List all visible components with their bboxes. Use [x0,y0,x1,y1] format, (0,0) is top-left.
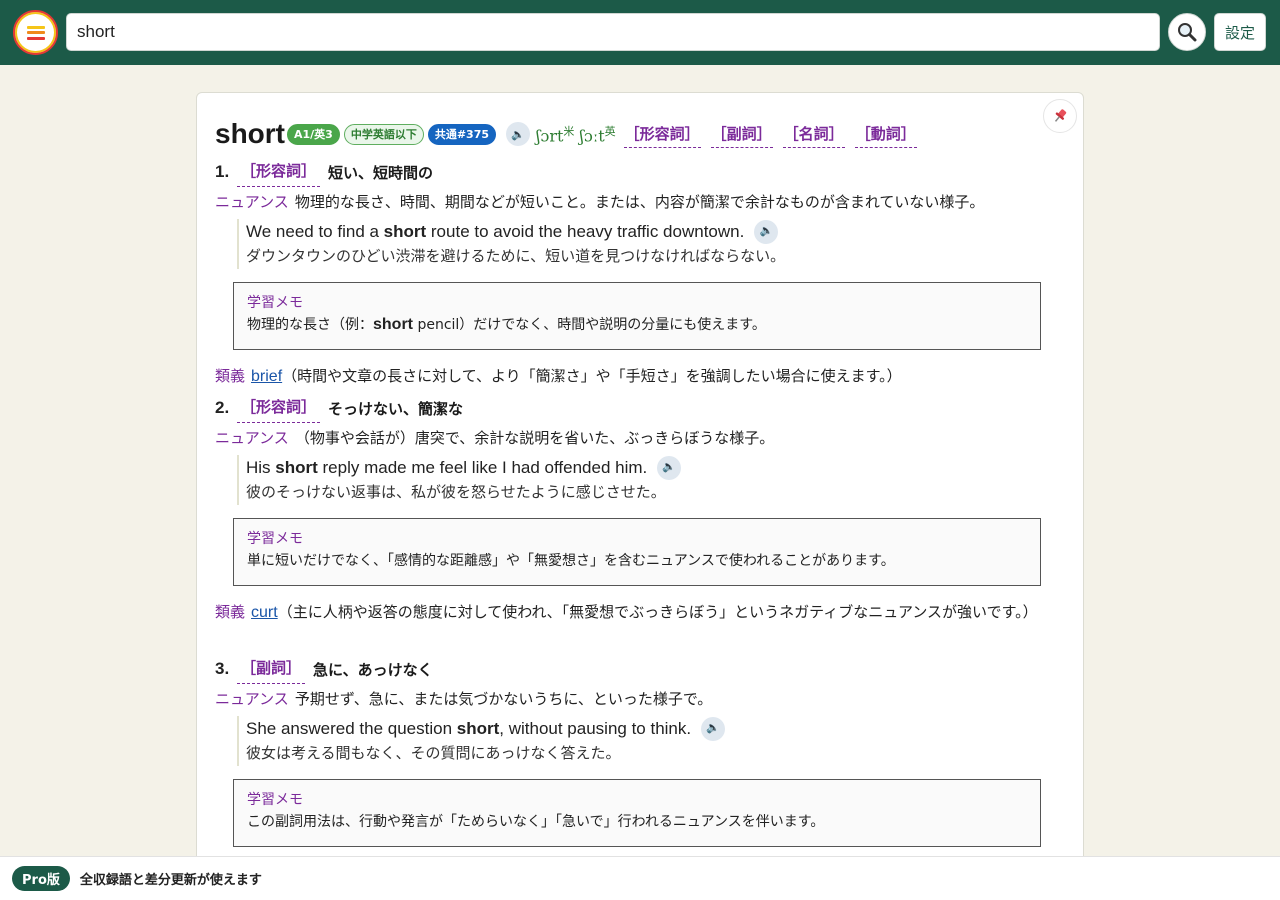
synonym-link-brief[interactable]: brief [251,368,282,385]
example-keyword: short [456,719,500,738]
example-text: reply made me feel like I had offended h… [317,458,648,477]
search-input[interactable] [66,13,1160,51]
speaker-icon: 🔈 [662,461,677,473]
example-block: She answered the question short, without… [237,716,1055,766]
sense-gloss: 短い、短時間の [328,163,434,182]
nuance-text: 物理的な長さ、時間、期間などが短いこと。または、内容が簡潔で余計なものが含まれて… [294,193,985,211]
example-audio-button[interactable]: 🔈 [754,219,779,244]
memo-title: 学習メモ [247,531,303,547]
memo-text: pencil）だけでなく、時間や説明の分量にも使えます。 [413,317,766,333]
example-block: His short reply made me feel like I had … [237,455,1055,505]
synonym-explanation: （主に人柄や返答の態度に対して使われ、「無愛想でぶっきらぼう」というネガティブな… [277,603,1038,621]
nuance-text: 予期せず、急に、または気づかないうちに、といった様子で。 [294,690,713,708]
sense-3: 3. ［副詞］ 急に、あっけなく ニュアンス 予期せず、急に、または気づかないうち… [215,654,1055,847]
example-block: We need to find a short route to avoid t… [237,219,1055,269]
memo-body: この副詞用法は、行動や発言が「ためらいなく」「急いで」行われるニュアンスを伴いま… [247,814,825,830]
search-button[interactable] [1168,13,1206,51]
synonym-note: 類義 curt（主に人柄や返答の態度に対して使われ、「無愛想でぶっきらぼう」という… [215,600,1055,625]
grade-badge: 中学英語以下 [343,123,424,145]
headword-audio-button[interactable]: 🔈 [506,122,531,146]
sense-pos-tag: ［形容詞］ [237,394,321,423]
example-keyword: short [383,222,427,241]
speaker-icon: 🔈 [706,722,720,734]
nuance-note: ニュアンス （物事や会話が）唐突で、余計な説明を省いた、ぶっきらぼうな様子。 [215,427,1055,449]
example-sentence: We need to find a short route to avoid t… [246,219,1055,244]
sense-1: 1. ［形容詞］ 短い、短時間の ニュアンス 物理的な長さ、時間、期間などが短いこ… [215,157,1055,389]
footer-bar: Pro版 全収録語と差分更新が使えます [0,856,1280,900]
pos-link-adjective[interactable]: ［形容詞］ [623,121,701,148]
sense-2: 2. ［形容詞］ そっけない、簡潔な ニュアンス （物事や会話が）唐突で、余計な説… [215,393,1055,625]
example-audio-button[interactable]: 🔈 [657,455,682,480]
example-translation: ダウンタウンのひどい渋滞を避けるために、短い道を見つけなければならない。 [246,247,786,265]
study-memo: 学習メモ この副詞用法は、行動や発言が「ためらいなく」「急いで」行われるニュアン… [233,779,1041,847]
ipa-us-mark: 米 [563,125,575,138]
memo-title: 学習メモ [247,295,303,311]
level-badge: A1/英3 [287,123,340,145]
pos-jump-links: ［形容詞］ ［副詞］ ［名詞］ ［動詞］ [623,121,927,148]
frequency-badge: 共通#375 [427,123,497,145]
example-text: We need to find a [246,222,384,241]
example-text: route to avoid the heavy traffic downtow… [426,222,745,241]
example-translation: 彼のそっけない返事は、私が彼を怒らせたように感じさせた。 [246,483,666,501]
sense-pos-tag: ［副詞］ [237,655,306,684]
example-audio-button[interactable]: 🔈 [701,716,726,741]
memo-text: 物理的な長さ（例： [247,317,373,333]
sense-number: 1. [215,162,230,181]
speaker-icon: 🔈 [511,127,525,141]
sense-number: 3. [215,659,230,678]
synonym-link-curt[interactable]: curt [251,604,278,621]
sense-gloss: そっけない、簡潔な [328,399,464,418]
nuance-text: （物事や会話が）唐突で、余計な説明を省いた、ぶっきらぼうな様子。 [294,429,775,447]
study-memo: 学習メモ 単に短いだけでなく、「感情的な距離感」や「無愛想さ」を含むニュアンスで… [233,518,1041,586]
example-sentence: His short reply made me feel like I had … [246,455,1055,480]
memo-title: 学習メモ [247,792,303,808]
example-text: , without pausing to think. [499,719,692,738]
app-logo-button[interactable] [13,10,58,55]
pro-upgrade-button[interactable]: Pro版 [12,866,70,891]
headword: short [215,118,285,149]
memo-body: 単に短いだけでなく、「感情的な距離感」や「無愛想さ」を含むニュアンスで使われるこ… [247,553,895,569]
pos-link-noun[interactable]: ［名詞］ [782,121,845,148]
sense-pos-tag: ［形容詞］ [237,158,321,187]
nuance-note: ニュアンス 予期せず、急に、または気づかないうちに、といった様子で。 [215,688,1055,710]
memo-body: 物理的な長さ（例：short pencil）だけでなく、時間や説明の分量にも使え… [247,313,1027,337]
search-icon [1178,23,1197,42]
synonym-note: 類義 brief（時間や文章の長さに対して、より「簡潔さ」や「手短さ」を強調したい… [215,364,1055,389]
pin-button[interactable] [1043,99,1077,133]
sense-heading: 2. ［形容詞］ そっけない、簡潔な [215,393,1055,423]
pos-link-adverb[interactable]: ［副詞］ [710,121,773,148]
example-translation: 彼女は考える間もなく、その質問にあっけなく答えた。 [246,744,621,762]
study-memo: 学習メモ 物理的な長さ（例：short pencil）だけでなく、時間や説明の分… [233,282,1041,350]
nuance-label: ニュアンス [215,690,289,708]
ipa-us: ʃɔrt [536,126,564,146]
nuance-label: ニュアンス [215,429,289,447]
settings-button[interactable]: 設定 [1214,13,1266,51]
speaker-icon: 🔈 [759,225,774,237]
sense-number: 2. [215,398,230,417]
ipa-uk: ʃɔːt [579,126,605,146]
pin-icon [1054,109,1067,122]
sense-heading: 3. ［副詞］ 急に、あっけなく [215,654,1055,684]
top-bar: 設定 [0,0,1280,65]
footer-message: 全収録語と差分更新が使えます [79,873,262,888]
nuance-note: ニュアンス 物理的な長さ、時間、期間などが短いこと。または、内容が簡潔で余計なもの… [215,191,1055,213]
sense-heading: 1. ［形容詞］ 短い、短時間の [215,157,1055,187]
menu-icon [26,25,45,40]
pos-link-verb[interactable]: ［動詞］ [854,121,917,148]
synonym-label: 類義 [215,603,246,621]
nuance-label: ニュアンス [215,193,289,211]
memo-keyword: short [373,316,413,333]
entry-headline: short A1/英3 中学英語以下 共通#375 🔈 ʃɔrt米 ʃɔːt英 … [215,117,927,151]
sense-gloss: 急に、あっけなく [313,660,433,679]
example-keyword: short [275,458,318,477]
synonym-explanation: （時間や文章の長さに対して、より「簡潔さ」や「手短さ」を強調したい場合に使えます… [282,367,902,385]
entry-card: short A1/英3 中学英語以下 共通#375 🔈 ʃɔrt米 ʃɔːt英 … [196,92,1084,882]
synonym-label: 類義 [215,367,246,385]
example-text: His [246,458,276,477]
ipa-uk-mark: 英 [604,125,616,138]
example-sentence: She answered the question short, without… [246,716,1055,741]
pronunciation: ʃɔrt米 ʃɔːt英 [536,123,616,145]
example-text: She answered the question [246,719,457,738]
